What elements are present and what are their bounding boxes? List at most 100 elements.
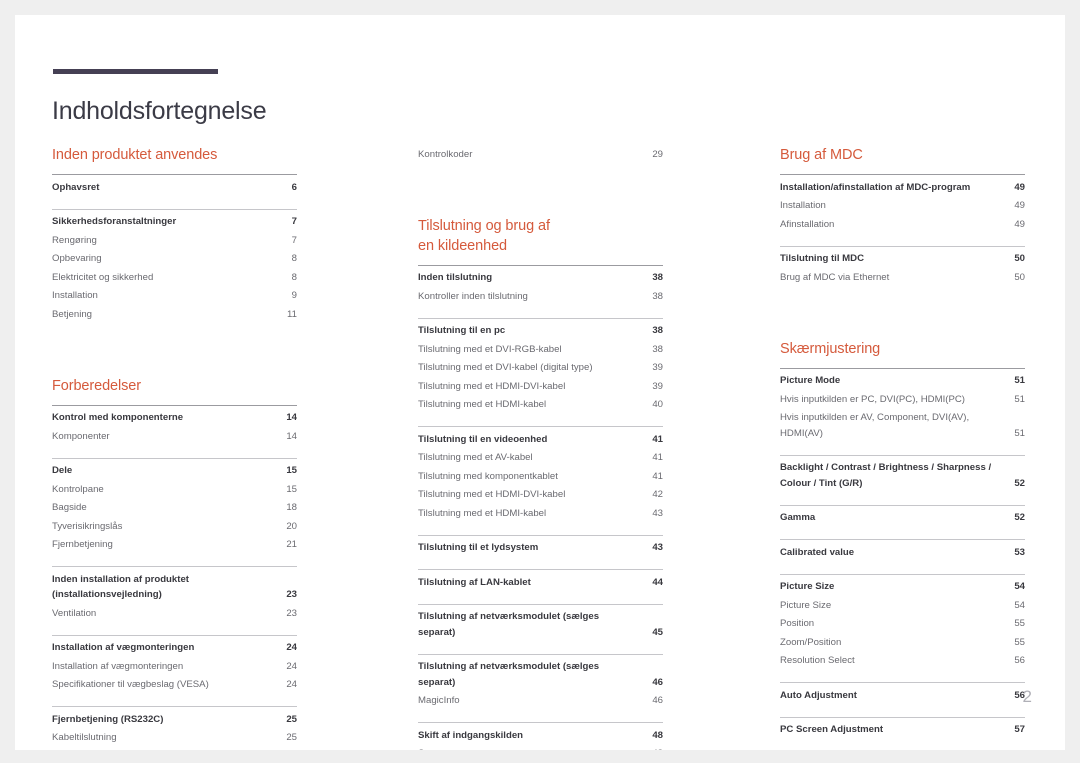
toc-entry[interactable]: Tilslutning til en pc 38 bbox=[418, 322, 663, 341]
toc-entry[interactable]: Betjening 11 bbox=[52, 305, 297, 324]
toc-entry-page: 46 bbox=[652, 676, 663, 688]
toc-entry[interactable]: Elektricitet og sikkerhed 8 bbox=[52, 268, 297, 287]
group-gap bbox=[52, 446, 297, 458]
toc-entry[interactable]: Sikkerhedsforanstaltninger 7 bbox=[52, 213, 297, 232]
toc-entry[interactable]: Brug af MDC via Ethernet 50 bbox=[780, 268, 1025, 287]
toc-group: Picture Mode 51 Hvis inputkilden er PC, DV… bbox=[780, 367, 1025, 443]
toc-entry[interactable]: Tilslutning til en videoenhed 41 bbox=[418, 430, 663, 449]
toc-entry[interactable]: Installation 49 bbox=[780, 197, 1025, 216]
page-number: 2 bbox=[1022, 687, 1032, 706]
toc-entry-page: 18 bbox=[286, 502, 297, 513]
toc-entry[interactable]: Tilslutning28 bbox=[52, 747, 297, 750]
toc-entry[interactable]: Resolution Select 56 bbox=[780, 652, 1025, 671]
toc-entry[interactable]: Picture Size 54 bbox=[780, 578, 1025, 597]
toc-entry-label: Picture Size bbox=[780, 581, 835, 592]
toc-entry[interactable]: Picture Mode 51 bbox=[780, 372, 1025, 391]
section-heading: Forberedelser bbox=[52, 377, 141, 394]
group-gap bbox=[52, 694, 297, 706]
toc-entry[interactable]: Bagside 18 bbox=[52, 499, 297, 518]
toc-entry-label: Ventilation bbox=[52, 607, 97, 619]
toc-entry-label: Sikkerhedsforanstaltninger bbox=[52, 216, 177, 227]
toc-entry[interactable]: Tilslutning med komponentkablet 41 bbox=[418, 467, 663, 486]
toc-group: Kontrol med komponenterne 14 Komponenter 14 bbox=[52, 404, 297, 446]
toc-entry[interactable]: Picture Size 54 bbox=[780, 596, 1025, 615]
toc-entry[interactable]: Tilslutning med et HDMI-DVI-kabel 39 bbox=[418, 377, 663, 396]
toc-entry[interactable]: Kontrolkoder 29 bbox=[418, 145, 663, 164]
toc-entry[interactable]: Zoom/Position 55 bbox=[780, 633, 1025, 652]
section-heading: Skærmjustering bbox=[780, 340, 881, 357]
toc-entry[interactable]: Ophavsret 6 bbox=[52, 178, 297, 197]
toc-group: Tilslutning af netværksmodulet (sælges s… bbox=[418, 603, 663, 642]
toc-entry[interactable]: Hvis inputkilden er PC, DVI(PC), HDMI(PC… bbox=[780, 390, 1025, 409]
toc-entry[interactable]: Source48 bbox=[418, 745, 663, 750]
toc-entry[interactable]: Tilslutning med et AV-kabel 41 bbox=[418, 449, 663, 468]
toc-entry[interactable]: PC Screen Adjustment 57 bbox=[780, 721, 1025, 740]
toc-entry[interactable]: Kontrol med komponenterne 14 bbox=[52, 409, 297, 428]
toc-entry-label: Fjernbetjening (RS232C) bbox=[52, 713, 164, 725]
toc-entry[interactable]: Inden installation af produktet (install… bbox=[52, 570, 297, 604]
toc-entry[interactable]: Fjernbetjening 21 bbox=[52, 536, 297, 555]
toc-entry-page: 49 bbox=[1014, 200, 1025, 211]
toc-entry[interactable]: Installation af vægmonteringen 24 bbox=[52, 657, 297, 676]
toc-entry[interactable]: Tilslutning af netværksmodulet (sælges s… bbox=[418, 608, 663, 642]
toc-entry-label: Zoom/Position bbox=[780, 636, 842, 648]
toc-entry[interactable]: Kabeltilslutning 25 bbox=[52, 729, 297, 748]
group-gap bbox=[52, 197, 297, 209]
toc-entry[interactable]: Inden tilslutning 38 bbox=[418, 269, 663, 288]
toc-entry[interactable]: Tilslutning af LAN-kablet 44 bbox=[418, 573, 663, 592]
toc-entry-label: Tilslutning til en videoenhed bbox=[418, 433, 548, 445]
toc-entry[interactable]: Tyverisikringslås 20 bbox=[52, 517, 297, 536]
toc-entry-label: Tilslutning til en pc bbox=[418, 325, 506, 336]
toc-entry-label: Inden tilslutning bbox=[418, 272, 493, 283]
toc-entry-label: Inden installation af produktet (install… bbox=[52, 573, 189, 601]
toc-entry[interactable]: Tilslutning med et HDMI-DVI-kabel 42 bbox=[418, 486, 663, 505]
toc-entry-label: Tilslutning med et HDMI-kabel bbox=[418, 507, 547, 519]
toc-entry[interactable]: Tilslutning til et lydsystem 43 bbox=[418, 539, 663, 558]
toc-entry-label: Installation/afinstallation af MDC-progr… bbox=[780, 181, 971, 193]
toc-entry[interactable]: Rengøring 7 bbox=[52, 231, 297, 250]
toc-group: Kontrolkoder 29 bbox=[418, 145, 663, 164]
toc-entry[interactable]: Kontroller inden tilslutning 38 bbox=[418, 287, 663, 306]
toc-entry[interactable]: Komponenter 14 bbox=[52, 427, 297, 446]
toc-entry-label: Kontroller inden tilslutning bbox=[418, 290, 528, 302]
group-gap bbox=[780, 562, 1025, 574]
toc-entry[interactable]: Tilslutning med et DVI-RGB-kabel 38 bbox=[418, 340, 663, 359]
toc-entry[interactable]: Ventilation 23 bbox=[52, 604, 297, 623]
toc-entry[interactable]: Calibrated value 53 bbox=[780, 543, 1025, 562]
toc-entry[interactable]: Tilslutning med et DVI-kabel (digital ty… bbox=[418, 359, 663, 378]
toc-entry-label: Hvis inputkilden er AV, Component, DVI(A… bbox=[780, 412, 970, 439]
toc-entry[interactable]: Skift af indgangskilden 48 bbox=[418, 726, 663, 745]
toc-entry[interactable]: Fjernbetjening (RS232C) 25 bbox=[52, 710, 297, 729]
toc-entry[interactable]: MagicInfo 46 bbox=[418, 692, 663, 711]
toc-column-2: Kontrolkoder 29 Tilslutning og brug af en k… bbox=[418, 145, 663, 750]
toc-entry[interactable]: Auto Adjustment 56 bbox=[780, 686, 1025, 705]
toc-entry[interactable]: Installation af vægmonteringen 24 bbox=[52, 639, 297, 658]
toc-group: Auto Adjustment 56 bbox=[780, 682, 1025, 705]
toc-entry-page: 41 bbox=[652, 452, 663, 463]
toc-entry[interactable]: Installation 9 bbox=[52, 287, 297, 306]
toc-entry[interactable]: Kontrolpane 15 bbox=[52, 480, 297, 499]
toc-entry-label: Tilslutning med et HDMI-DVI-kabel bbox=[418, 380, 566, 392]
toc-entry[interactable]: Hvis inputkilden er AV, Component, DVI(A… bbox=[780, 409, 1025, 443]
toc-entry[interactable]: Backlight / Contrast / Brightness / Shar… bbox=[780, 459, 1025, 493]
toc-entry[interactable]: Opbevaring 8 bbox=[52, 250, 297, 269]
toc-entry-page: 21 bbox=[286, 539, 297, 550]
toc-entry[interactable]: Gamma 52 bbox=[780, 509, 1025, 528]
toc-entry-page: 8 bbox=[291, 271, 297, 283]
toc-entry[interactable]: Installation/afinstallation af MDC-progr… bbox=[780, 178, 1025, 197]
group-gap bbox=[780, 234, 1025, 246]
toc-entry[interactable]: Tilslutning af netværksmodulet (sælges s… bbox=[418, 658, 663, 692]
toc-entry-page: 7 bbox=[291, 216, 297, 227]
toc-entry[interactable]: Dele 15 bbox=[52, 462, 297, 481]
toc-entry-label: Dele bbox=[52, 465, 73, 476]
toc-entry[interactable]: Tilslutning til MDC 50 bbox=[780, 250, 1025, 269]
toc-entry-page: 15 bbox=[286, 465, 297, 476]
toc-entry[interactable]: Tilslutning med et HDMI-kabel 43 bbox=[418, 504, 663, 523]
toc-column-1: Inden produktet anvendes Ophavsret 6 Sikker… bbox=[52, 145, 297, 750]
toc-entry-page: 51 bbox=[1014, 427, 1025, 439]
toc-entry[interactable]: Position 55 bbox=[780, 615, 1025, 634]
toc-group: Fjernbetjening (RS232C) 25 Kabeltilslutnin… bbox=[52, 706, 297, 750]
toc-entry[interactable]: Specifikationer til vægbeslag (VESA) 24 bbox=[52, 676, 297, 695]
toc-entry[interactable]: Tilslutning med et HDMI-kabel 40 bbox=[418, 396, 663, 415]
toc-entry[interactable]: Afinstallation 49 bbox=[780, 215, 1025, 234]
